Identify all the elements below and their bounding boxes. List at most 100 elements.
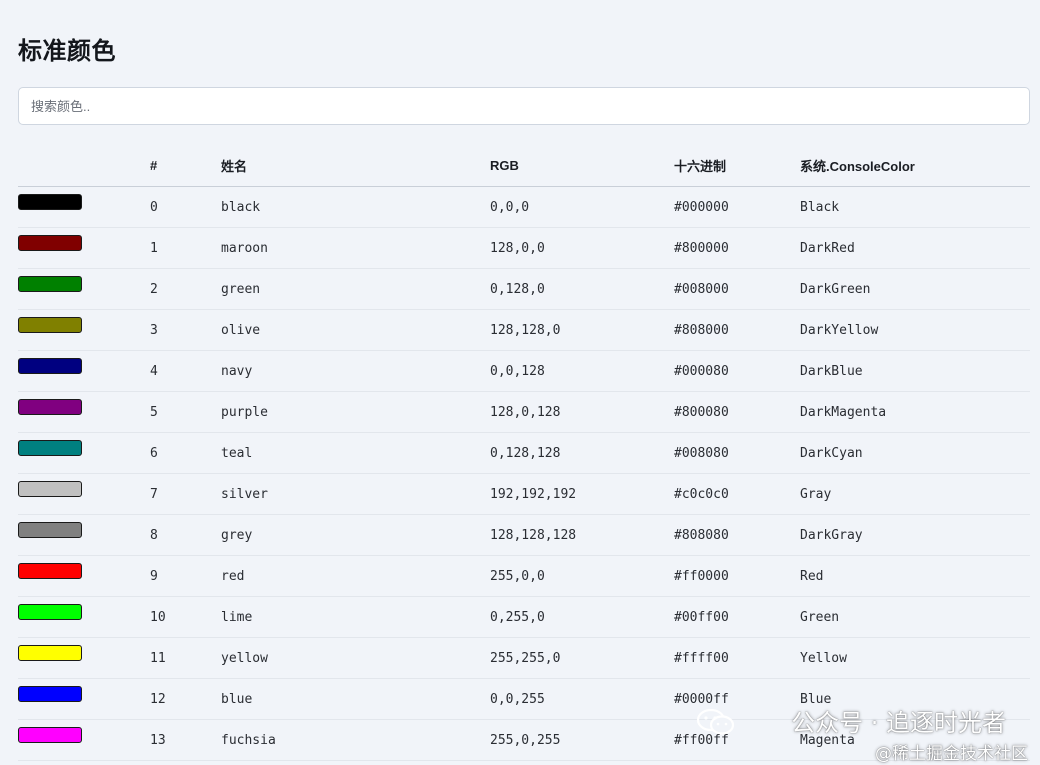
cell-number: 3 (150, 309, 221, 351)
cell-rgb: 128,0,0 (490, 227, 674, 269)
cell-console-color: Black (800, 186, 1030, 228)
color-swatch (18, 563, 82, 579)
table-row: 12 blue 0,0,255 #0000ff Blue (18, 678, 1030, 720)
color-swatch (18, 440, 82, 456)
color-swatch (18, 276, 82, 292)
header-number: # (150, 145, 221, 187)
cell-name: olive (221, 309, 490, 351)
cell-hex: #008080 (674, 432, 800, 474)
table-body: 0 black 0,0,0 #000000 Black 1 maroon 128,0,0 #80… (18, 186, 1030, 761)
swatch-cell (18, 678, 150, 720)
cell-number: 8 (150, 514, 221, 556)
colors-table: # 姓名 RGB 十六进制 系统.ConsoleColor 0 black 0,0,… (18, 145, 1030, 761)
cell-rgb: 0,255,0 (490, 596, 674, 638)
table-row: 1 maroon 128,0,0 #800000 DarkRed (18, 227, 1030, 269)
table-row: 10 lime 0,255,0 #00ff00 Green (18, 596, 1030, 638)
cell-console-color: DarkGray (800, 514, 1030, 556)
cell-number: 4 (150, 350, 221, 392)
cell-console-color: DarkMagenta (800, 391, 1030, 433)
cell-name: silver (221, 473, 490, 515)
swatch-cell (18, 719, 150, 761)
swatch-cell (18, 268, 150, 310)
header-rgb: RGB (490, 145, 674, 187)
cell-name: black (221, 186, 490, 228)
cell-hex: #808080 (674, 514, 800, 556)
table-row: 5 purple 128,0,128 #800080 DarkMagenta (18, 391, 1030, 433)
cell-hex: #c0c0c0 (674, 473, 800, 515)
cell-hex: #008000 (674, 268, 800, 310)
swatch-cell (18, 596, 150, 638)
cell-name: teal (221, 432, 490, 474)
search-input[interactable] (18, 87, 1030, 125)
swatch-cell (18, 473, 150, 515)
color-swatch (18, 358, 82, 374)
cell-name: grey (221, 514, 490, 556)
cell-console-color: Gray (800, 473, 1030, 515)
header-console-color: 系统.ConsoleColor (800, 145, 1030, 187)
cell-hex: #00ff00 (674, 596, 800, 638)
table-row: 3 olive 128,128,0 #808000 DarkYellow (18, 309, 1030, 351)
cell-number: 9 (150, 555, 221, 597)
color-swatch (18, 194, 82, 210)
cell-rgb: 192,192,192 (490, 473, 674, 515)
color-swatch (18, 645, 82, 661)
cell-console-color: DarkBlue (800, 350, 1030, 392)
table-row: 9 red 255,0,0 #ff0000 Red (18, 555, 1030, 597)
cell-hex: #ff00ff (674, 719, 800, 761)
cell-console-color: DarkGreen (800, 268, 1030, 310)
color-swatch (18, 727, 82, 743)
cell-name: red (221, 555, 490, 597)
swatch-cell (18, 637, 150, 679)
cell-hex: #ff0000 (674, 555, 800, 597)
cell-name: green (221, 268, 490, 310)
color-swatch (18, 235, 82, 251)
swatch-cell (18, 514, 150, 556)
swatch-cell (18, 186, 150, 228)
table-row: 0 black 0,0,0 #000000 Black (18, 186, 1030, 228)
cell-name: maroon (221, 227, 490, 269)
swatch-cell (18, 555, 150, 597)
color-swatch (18, 399, 82, 415)
cell-hex: #000080 (674, 350, 800, 392)
cell-console-color: DarkYellow (800, 309, 1030, 351)
cell-rgb: 128,128,0 (490, 309, 674, 351)
table-row: 2 green 0,128,0 #008000 DarkGreen (18, 268, 1030, 310)
cell-console-color: Red (800, 555, 1030, 597)
cell-hex: #0000ff (674, 678, 800, 720)
cell-rgb: 255,0,0 (490, 555, 674, 597)
cell-number: 12 (150, 678, 221, 720)
table-row: 6 teal 0,128,128 #008080 DarkCyan (18, 432, 1030, 474)
header-row: # 姓名 RGB 十六进制 系统.ConsoleColor (18, 145, 1030, 187)
cell-console-color: Green (800, 596, 1030, 638)
cell-name: lime (221, 596, 490, 638)
swatch-cell (18, 227, 150, 269)
cell-hex: #000000 (674, 186, 800, 228)
swatch-cell (18, 350, 150, 392)
cell-number: 0 (150, 186, 221, 228)
cell-rgb: 255,0,255 (490, 719, 674, 761)
table-row: 4 navy 0,0,128 #000080 DarkBlue (18, 350, 1030, 392)
swatch-cell (18, 309, 150, 351)
color-swatch (18, 604, 82, 620)
cell-rgb: 128,128,128 (490, 514, 674, 556)
cell-hex: #ffff00 (674, 637, 800, 679)
cell-hex: #800000 (674, 227, 800, 269)
page-title: 标准颜色 (18, 38, 116, 65)
cell-rgb: 0,0,255 (490, 678, 674, 720)
table-row: 8 grey 128,128,128 #808080 DarkGray (18, 514, 1030, 556)
cell-name: yellow (221, 637, 490, 679)
cell-rgb: 128,0,128 (490, 391, 674, 433)
cell-name: blue (221, 678, 490, 720)
cell-number: 2 (150, 268, 221, 310)
header-swatch (18, 145, 150, 187)
color-swatch (18, 317, 82, 333)
cell-rgb: 255,255,0 (490, 637, 674, 679)
cell-rgb: 0,0,0 (490, 186, 674, 228)
cell-rgb: 0,128,0 (490, 268, 674, 310)
header-name: 姓名 (221, 145, 490, 187)
cell-console-color: Yellow (800, 637, 1030, 679)
table-header: # 姓名 RGB 十六进制 系统.ConsoleColor (18, 145, 1030, 187)
cell-name: purple (221, 391, 490, 433)
cell-number: 11 (150, 637, 221, 679)
table-row: 13 fuchsia 255,0,255 #ff00ff Magenta (18, 719, 1030, 761)
